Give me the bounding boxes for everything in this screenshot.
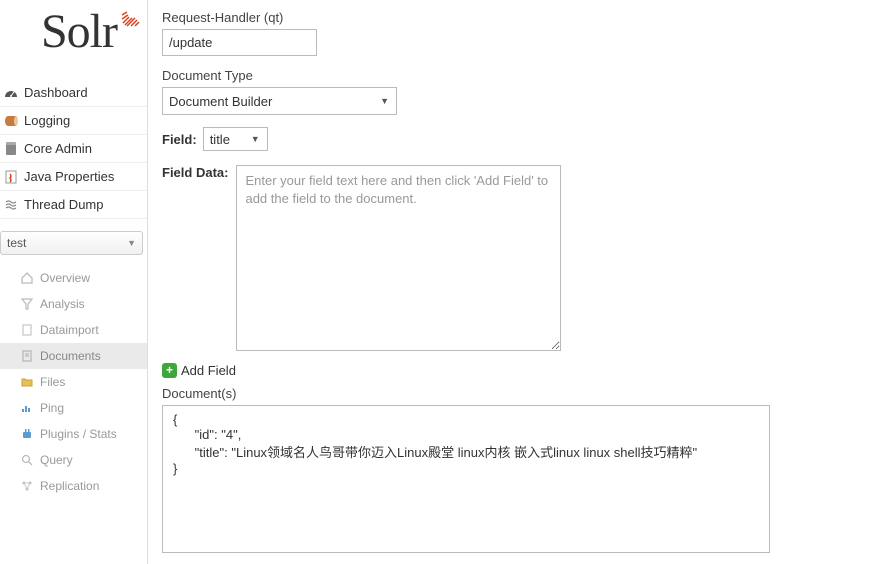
document-type-label: Document Type bbox=[162, 68, 878, 83]
subnav-label: Ping bbox=[40, 401, 64, 415]
subnav-replication[interactable]: Replication bbox=[0, 473, 147, 499]
core-selector[interactable]: test ▼ bbox=[0, 231, 143, 255]
subnav-label: Replication bbox=[40, 479, 99, 493]
javaprops-icon bbox=[4, 170, 18, 184]
subnav-label: Analysis bbox=[40, 297, 85, 311]
subnav-label: Plugins / Stats bbox=[40, 427, 117, 441]
dashboard-icon bbox=[4, 86, 18, 100]
subnav-files[interactable]: Files bbox=[0, 369, 147, 395]
nav-dashboard[interactable]: Dashboard bbox=[0, 79, 147, 107]
home-icon bbox=[20, 271, 34, 285]
plugin-icon bbox=[20, 427, 34, 441]
subnav-documents[interactable]: Documents bbox=[0, 343, 147, 369]
subnav-query[interactable]: Query bbox=[0, 447, 147, 473]
field-data-label: Field Data: bbox=[162, 165, 228, 180]
sun-icon bbox=[119, 0, 147, 30]
threaddump-icon bbox=[4, 198, 18, 212]
nav-label: Thread Dump bbox=[24, 197, 103, 212]
page-icon bbox=[20, 323, 34, 337]
document-type-select[interactable]: Document Builder bbox=[162, 87, 397, 115]
nav-core-admin[interactable]: Core Admin bbox=[0, 135, 147, 163]
qt-label: Request-Handler (qt) bbox=[162, 10, 878, 25]
chevron-down-icon: ▼ bbox=[127, 238, 136, 248]
documents-textarea[interactable]: { "id": "4", "title": "Linux领域名人鸟哥带你迈入Li… bbox=[162, 405, 770, 553]
logo-text: Solr bbox=[41, 5, 117, 58]
replication-icon bbox=[20, 479, 34, 493]
plus-icon: + bbox=[162, 363, 177, 378]
doc-icon bbox=[20, 349, 34, 363]
nav-java-properties[interactable]: Java Properties bbox=[0, 163, 147, 191]
field-label: Field: bbox=[162, 132, 197, 147]
search-icon bbox=[20, 453, 34, 467]
core-selector-value: test bbox=[7, 236, 26, 250]
chart-icon bbox=[20, 401, 34, 415]
logging-icon bbox=[4, 114, 18, 128]
nav-thread-dump[interactable]: Thread Dump bbox=[0, 191, 147, 219]
subnav-label: Documents bbox=[40, 349, 101, 363]
subnav-dataimport[interactable]: Dataimport bbox=[0, 317, 147, 343]
subnav-label: Query bbox=[40, 453, 73, 467]
funnel-icon bbox=[20, 297, 34, 311]
subnav-ping[interactable]: Ping bbox=[0, 395, 147, 421]
field-select[interactable]: title bbox=[203, 127, 268, 151]
subnav-analysis[interactable]: Analysis bbox=[0, 291, 147, 317]
subnav-overview[interactable]: Overview bbox=[0, 265, 147, 291]
logo: Solr bbox=[0, 4, 147, 77]
add-field-label: Add Field bbox=[181, 363, 236, 378]
nav-label: Dashboard bbox=[24, 85, 88, 100]
subnav-label: Files bbox=[40, 375, 65, 389]
request-handler-input[interactable] bbox=[162, 29, 317, 56]
field-data-textarea[interactable] bbox=[236, 165, 561, 351]
coreadmin-icon bbox=[4, 142, 18, 156]
add-field-button[interactable]: + Add Field bbox=[162, 363, 236, 378]
nav-label: Java Properties bbox=[24, 169, 114, 184]
subnav-label: Overview bbox=[40, 271, 90, 285]
nav-logging[interactable]: Logging bbox=[0, 107, 147, 135]
subnav-plugins[interactable]: Plugins / Stats bbox=[0, 421, 147, 447]
nav-label: Core Admin bbox=[24, 141, 92, 156]
nav-label: Logging bbox=[24, 113, 70, 128]
folder-icon bbox=[20, 375, 34, 389]
documents-label: Document(s) bbox=[162, 386, 878, 401]
subnav-label: Dataimport bbox=[40, 323, 99, 337]
